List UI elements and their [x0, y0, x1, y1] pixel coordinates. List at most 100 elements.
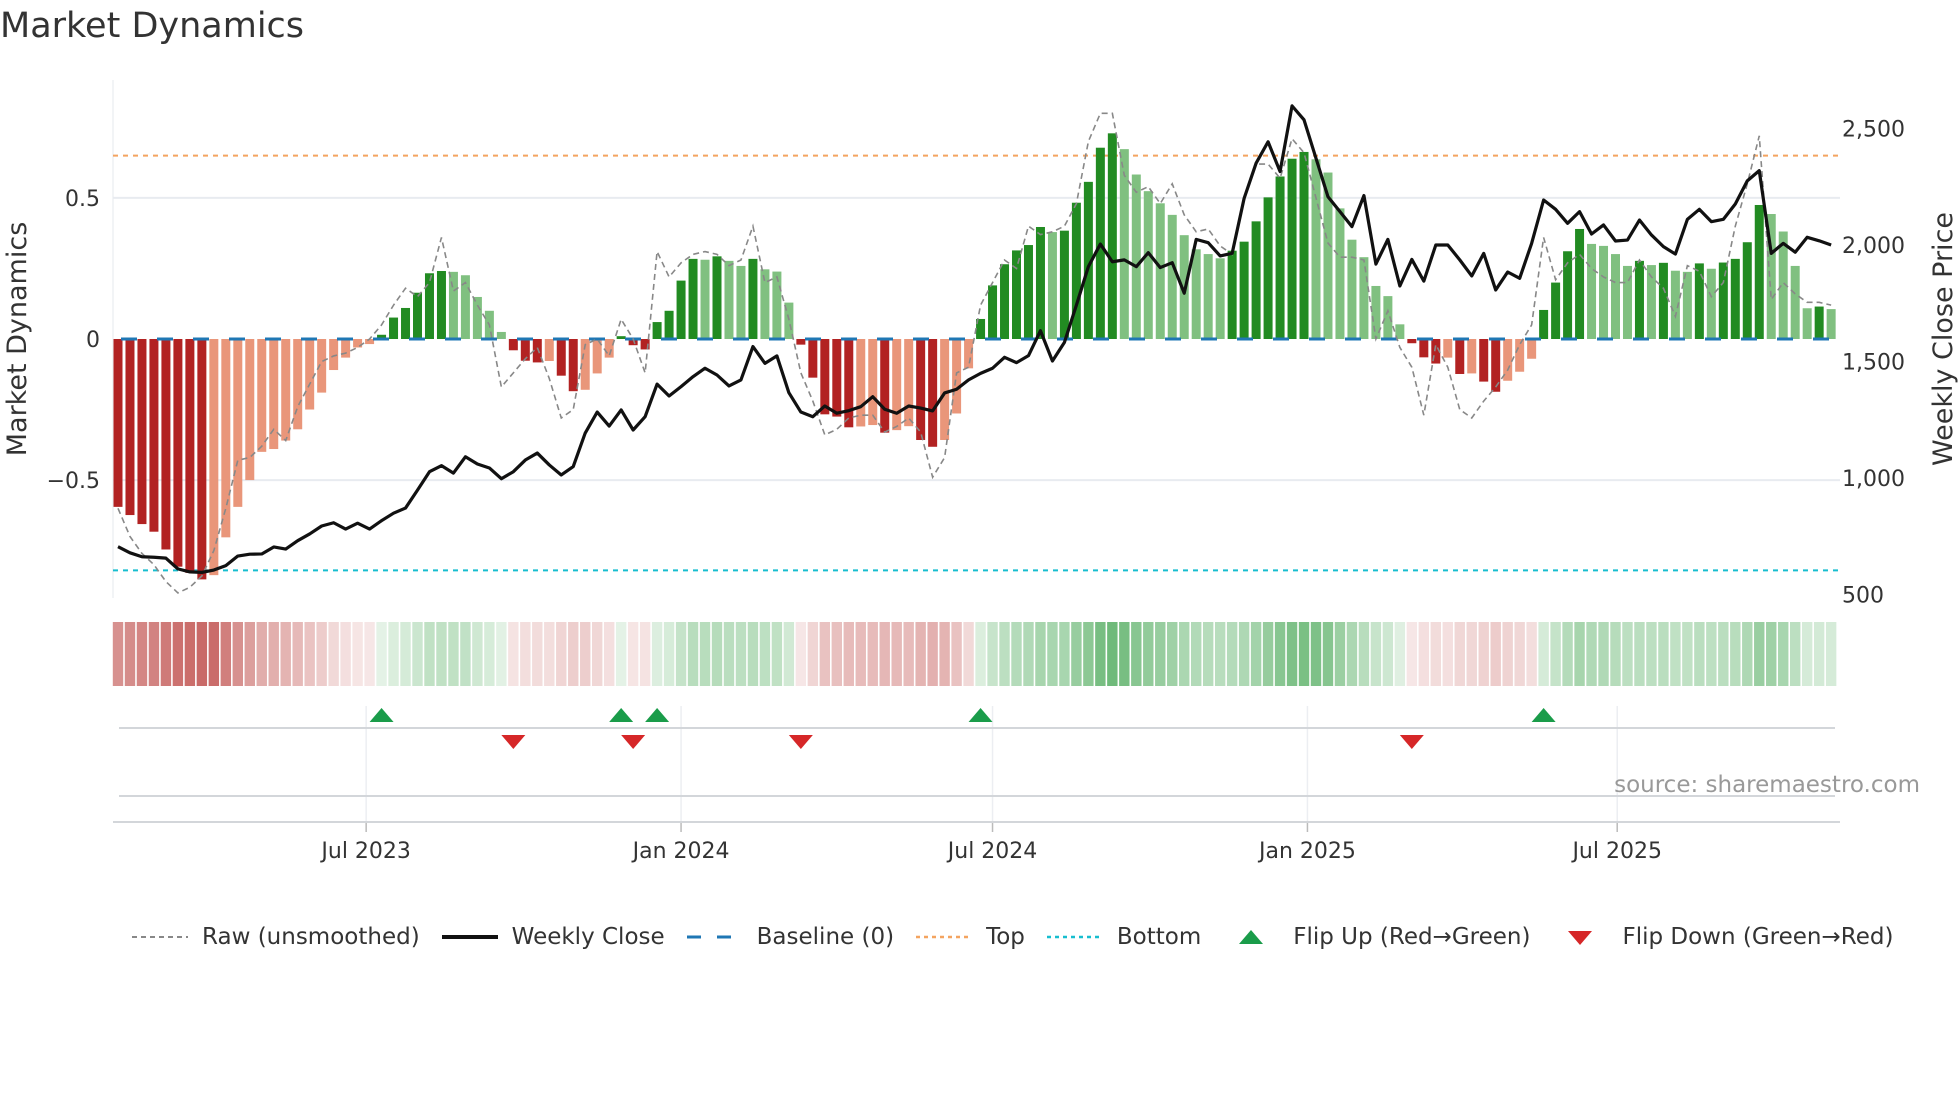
legend-label: Weekly Close: [511, 924, 665, 950]
heat-cell: [1155, 622, 1166, 686]
flip-up-marker: [968, 708, 993, 722]
y-tick-label: −0.5: [47, 469, 100, 494]
momentum-bar: [1239, 241, 1249, 339]
legend-label: Raw (unsmoothed): [202, 924, 420, 950]
momentum-bar: [1730, 258, 1740, 339]
heat-cell: [1274, 622, 1286, 686]
momentum-bar: [892, 339, 902, 431]
heat-cell: [1226, 622, 1238, 686]
legend-label: Flip Up (Red→Green): [1293, 924, 1531, 950]
heat-cell: [747, 622, 759, 686]
heat-cell: [879, 622, 890, 686]
heat-cell: [759, 622, 771, 686]
heat-cell: [1466, 622, 1477, 686]
x-tick-label: Jul 2023: [319, 839, 411, 864]
momentum-bar: [113, 339, 123, 507]
momentum-bar: [772, 271, 782, 339]
heat-cell: [136, 622, 148, 686]
momentum-bar: [1000, 264, 1010, 339]
heat-cell: [460, 622, 471, 686]
heat-cell: [1238, 622, 1250, 686]
momentum-bar: [1227, 250, 1237, 339]
momentum-bar: [724, 260, 734, 339]
heat-cell: [1250, 622, 1262, 686]
raw-unsmoothed-line: [117, 112, 1832, 594]
momentum-bar: [257, 339, 267, 452]
heat-cell: [891, 622, 902, 686]
legend-swatch-close-icon: [441, 935, 498, 939]
heat-cell: [939, 622, 950, 686]
heat-cell: [1742, 622, 1753, 686]
heat-cell: [1634, 622, 1645, 686]
momentum-bar: [1215, 258, 1225, 339]
legend-label: Flip Down (Green→Red): [1622, 924, 1894, 950]
heat-cell: [1418, 622, 1430, 686]
momentum-bar: [1191, 249, 1201, 339]
heat-cell: [1179, 622, 1190, 686]
momentum-bar: [712, 256, 722, 339]
heat-cell: [1382, 622, 1394, 686]
momentum-bar: [748, 258, 758, 339]
momentum-bar: [1718, 262, 1728, 339]
heat-cell: [364, 622, 375, 686]
momentum-bar: [233, 339, 243, 507]
heat-cell: [316, 622, 327, 686]
legend-item-flip-down: Flip Down (Green→Red): [1550, 924, 1893, 950]
heat-cell: [771, 622, 783, 686]
heat-cell: [1262, 622, 1274, 686]
legend-item-flip-up: Flip Up (Red→Green): [1221, 924, 1530, 950]
heat-cell: [256, 622, 267, 686]
momentum-bar: [916, 339, 926, 441]
momentum-bar: [1047, 232, 1057, 339]
momentum-bar: [880, 339, 890, 433]
heat-cell: [999, 622, 1010, 686]
momentum-bar: [1479, 339, 1489, 382]
momentum-bar: [1515, 339, 1525, 372]
heat-cell: [268, 622, 279, 686]
heat-cell: [328, 622, 339, 686]
heat-cell: [1526, 622, 1537, 686]
heat-cell: [556, 622, 567, 686]
heat-cell: [1813, 622, 1825, 686]
momentum-bar: [556, 339, 566, 376]
legend-swatch-top-icon: [916, 935, 973, 939]
heat-cell: [1790, 622, 1801, 686]
momentum-bar: [161, 339, 171, 550]
heat-cell: [172, 622, 184, 686]
momentum-bar: [844, 339, 854, 428]
flip-down-marker: [1399, 735, 1424, 749]
momentum-bar: [1359, 257, 1369, 339]
heat-cell: [496, 622, 507, 686]
heat-cell: [1083, 622, 1094, 686]
momentum-bar: [221, 339, 231, 538]
momentum-bar: [185, 339, 195, 573]
heat-cell: [232, 622, 243, 686]
heat-cell: [148, 622, 160, 686]
momentum-bar: [1443, 339, 1453, 358]
legend-swatch-raw-icon: [132, 936, 188, 938]
heat-cell: [639, 622, 651, 686]
momentum-bar: [1263, 197, 1273, 339]
momentum-bar: [1814, 306, 1824, 339]
heat-cell: [807, 622, 819, 686]
momentum-bar: [952, 339, 962, 414]
momentum-bar: [496, 331, 506, 339]
flip-down-marker: [501, 735, 526, 749]
momentum-bar: [424, 273, 434, 339]
momentum-bar: [1251, 221, 1261, 339]
heat-cell: [196, 622, 208, 686]
momentum-bar: [1419, 339, 1429, 358]
momentum-bar: [940, 339, 950, 441]
legend-item-baseline: Baseline (0): [685, 924, 894, 950]
heat-cell: [1598, 622, 1609, 686]
momentum-bar: [736, 265, 746, 339]
legend-label: Top: [986, 924, 1025, 950]
y-tick-label: 0.5: [65, 187, 100, 212]
momentum-bar: [401, 307, 411, 339]
momentum-bar: [448, 271, 458, 339]
momentum-bar: [868, 339, 878, 426]
heat-cell: [1023, 622, 1034, 686]
heat-cell: [1442, 622, 1453, 686]
x-tick-label: Jan 2025: [1257, 839, 1356, 864]
momentum-bar: [281, 339, 291, 441]
